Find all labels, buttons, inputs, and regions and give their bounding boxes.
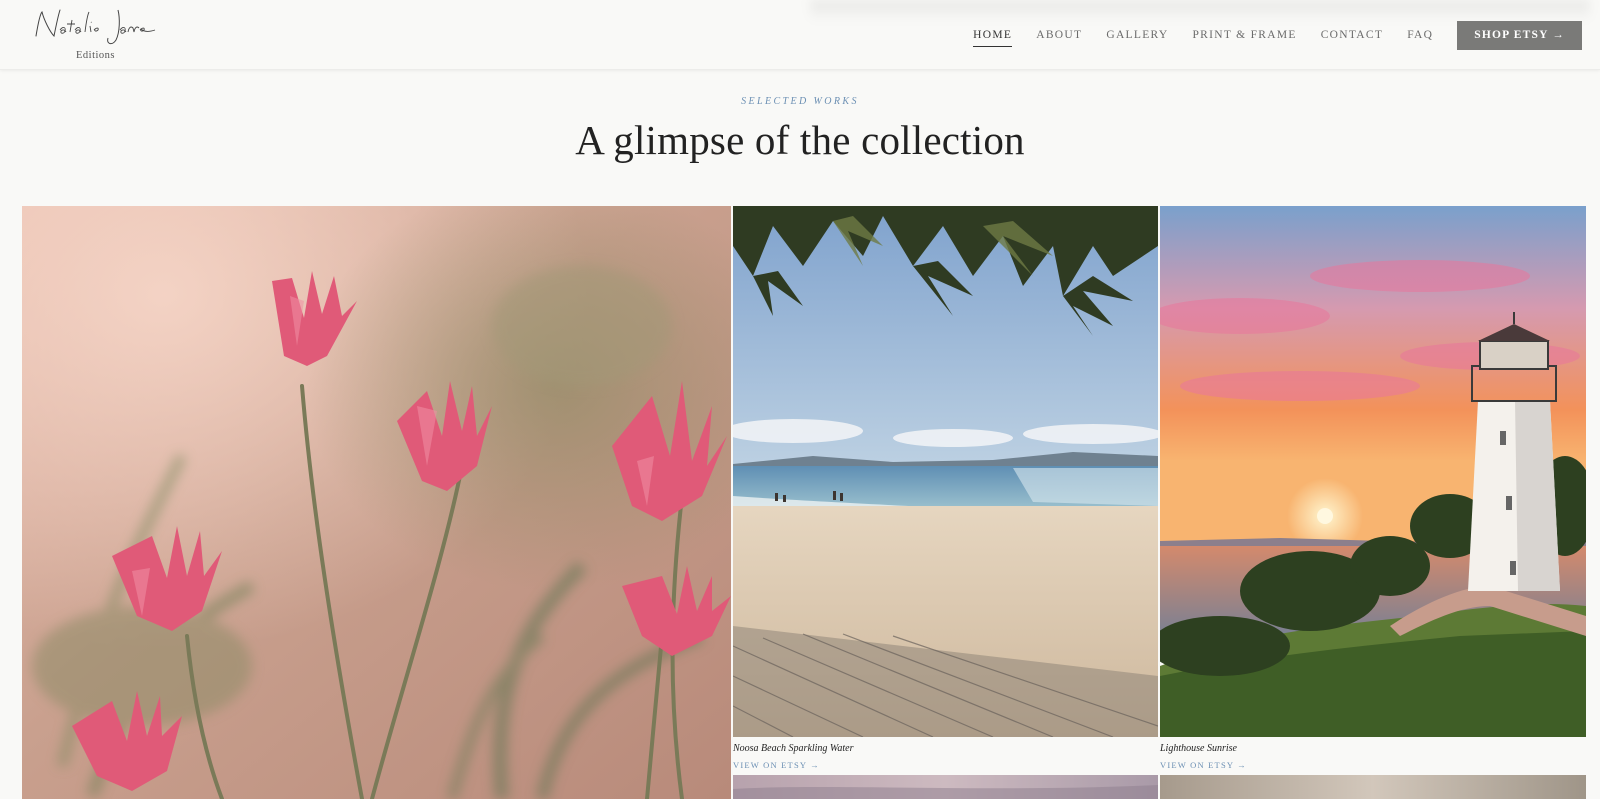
nav-item-about[interactable]: ABOUT [1036,20,1082,50]
site-header: Editions HOME ABOUT GALLERY PRINT & FRAM… [0,0,1600,70]
nav-item-faq[interactable]: FAQ [1407,20,1433,50]
shop-etsy-button[interactable]: SHOP ETSY → [1457,20,1582,50]
gallery-image-kangaroo-paw[interactable] [22,206,731,799]
section-title: A glimpse of the collection [575,117,1025,163]
nav-item-contact[interactable]: CONTACT [1321,20,1383,50]
main-nav: HOME ABOUT GALLERY PRINT & FRAME CONTACT… [949,20,1582,50]
header-shadow [810,0,1590,22]
nav-item-home[interactable]: HOME [973,20,1013,50]
nav-item-gallery[interactable]: GALLERY [1106,20,1168,50]
logo-subtitle: Editions [76,50,116,61]
gallery-image-noosa-beach[interactable] [733,206,1158,737]
gallery-thumbnail-image [1160,775,1586,799]
section-eyebrow: SELECTED WORKS [741,96,859,107]
gallery-image-next-2[interactable] [1160,775,1586,799]
lighthouse-sunrise-image [1160,206,1586,737]
noosa-beach-image [733,206,1158,737]
view-on-etsy-link-noosa-beach[interactable]: VIEW ON ETSY → [733,760,820,770]
gallery-thumbnail-image [733,775,1158,799]
nav-item-print-frame[interactable]: PRINT & FRAME [1192,20,1296,50]
kangaroo-paw-flowers-image [22,206,731,799]
logo[interactable]: Editions [30,2,170,66]
logo-signature-icon [35,9,156,45]
gallery-image-lighthouse-sunrise[interactable] [1160,206,1586,737]
gallery-caption-noosa-beach: Noosa Beach Sparkling Water [733,743,854,754]
view-on-etsy-link-lighthouse-sunrise[interactable]: VIEW ON ETSY → [1160,760,1247,770]
gallery-image-next-1[interactable] [733,775,1158,799]
gallery-caption-lighthouse-sunrise: Lighthouse Sunrise [1160,743,1237,754]
